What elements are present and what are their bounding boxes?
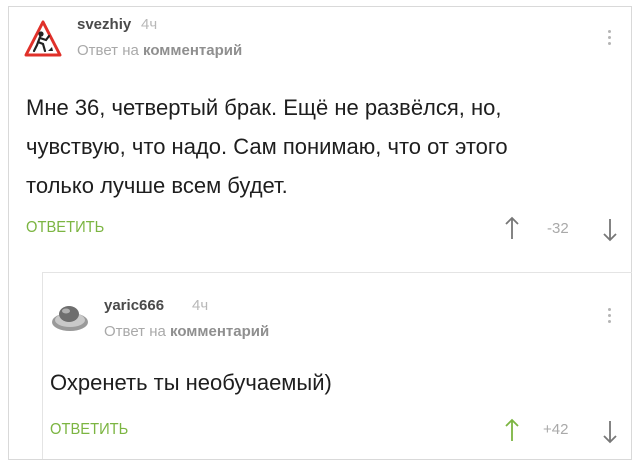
- more-vertical-icon[interactable]: [608, 308, 612, 326]
- arrow-up-icon[interactable]: [505, 216, 519, 240]
- reply-prefix: Ответ на: [104, 323, 166, 340]
- arrow-down-icon[interactable]: [603, 218, 617, 242]
- arrow-up-icon[interactable]: [505, 418, 519, 442]
- reply-target-link[interactable]: комментарий: [143, 42, 242, 59]
- score-counter: +42: [543, 421, 569, 438]
- reply-prefix: Ответ на: [77, 42, 139, 59]
- comment-username[interactable]: yaric666: [104, 297, 164, 314]
- more-vertical-icon[interactable]: [608, 30, 612, 48]
- avatar[interactable]: [24, 20, 62, 58]
- road-works-sign-icon: [24, 20, 62, 57]
- reply-to-line: Ответ на комментарий: [77, 42, 242, 59]
- reply-target-link[interactable]: комментарий: [170, 323, 269, 340]
- comment-text-line: Мне 36, четвертый брак. Ещё не развёлся,…: [26, 95, 502, 120]
- comment-text-line: чувствую, что надо. Сам понимаю, что от …: [26, 134, 508, 159]
- comment-text-line: только лучше всем будет.: [26, 173, 288, 198]
- reply-button[interactable]: ОТВЕТИТЬ: [26, 219, 104, 237]
- comment-time: 4ч: [141, 16, 158, 33]
- reply-to-line: Ответ на комментарий: [104, 323, 269, 340]
- avatar[interactable]: [50, 300, 90, 334]
- comment-text-line: Охренеть ты необучаемый): [50, 370, 332, 395]
- reply-button[interactable]: ОТВЕТИТЬ: [50, 421, 128, 439]
- score-counter: -32: [547, 220, 569, 237]
- arrow-down-icon[interactable]: [603, 420, 617, 444]
- egg-on-plate-icon: [52, 306, 88, 331]
- comment-text: Мне 36, четвертый брак. Ещё не развёлся,…: [26, 88, 508, 205]
- comment-username[interactable]: svezhiy: [77, 16, 131, 33]
- comment-text: Охренеть ты необучаемый): [50, 363, 332, 402]
- comment-time: 4ч: [192, 297, 209, 314]
